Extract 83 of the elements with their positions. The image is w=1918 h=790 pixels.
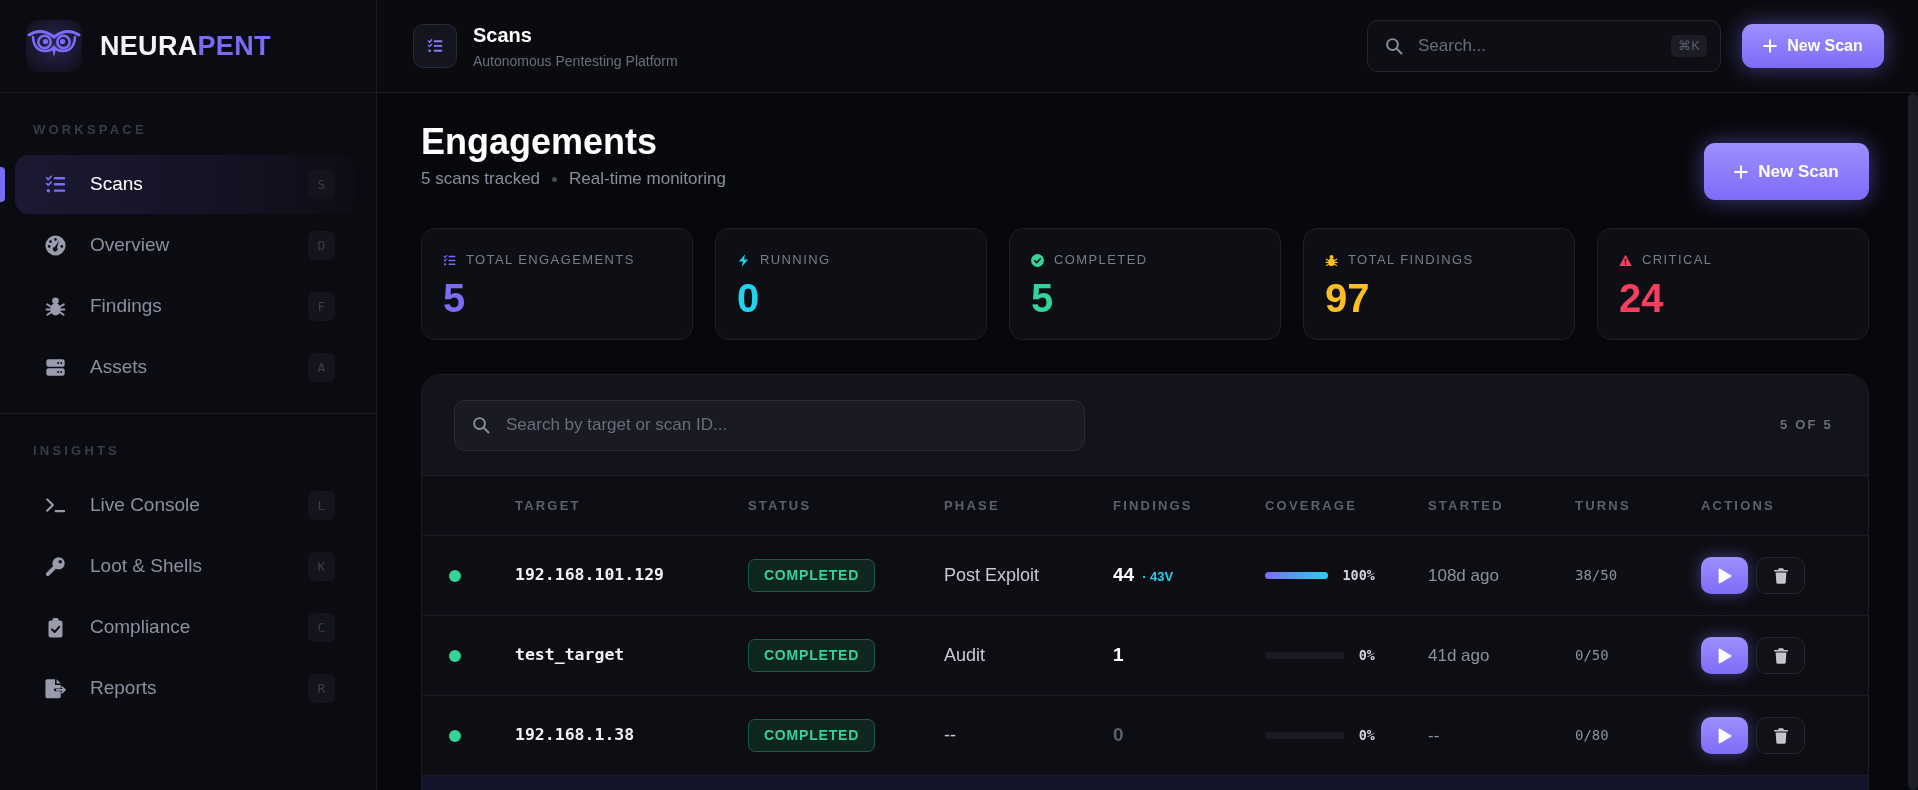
play-button[interactable] xyxy=(1701,637,1748,674)
play-button[interactable] xyxy=(1701,717,1748,754)
brand-name: NEURAPENT xyxy=(100,32,271,60)
lightning-bolt-icon xyxy=(737,253,750,267)
findings-count: 44 xyxy=(1113,563,1135,588)
stat-value: 0 xyxy=(737,276,760,320)
bug-icon xyxy=(1325,253,1338,267)
active-indicator xyxy=(0,167,5,202)
stat-label: COMPLETED xyxy=(1054,252,1148,268)
started-time: 108d ago xyxy=(1428,564,1499,587)
delete-button[interactable] xyxy=(1756,557,1805,594)
stat-value: 5 xyxy=(443,276,466,320)
scan-target: test_target xyxy=(515,644,625,667)
stat-label: CRITICAL xyxy=(1642,252,1713,268)
scrollbar-thumb[interactable] xyxy=(1908,93,1918,790)
server-icon xyxy=(45,357,66,378)
page-heading: Engagements xyxy=(421,121,659,163)
coverage-percent: 0% xyxy=(1358,726,1375,746)
plus-icon xyxy=(1763,39,1778,53)
scan-phase: -- xyxy=(944,724,956,747)
stat-value: 24 xyxy=(1619,276,1664,320)
scan-phase: Audit xyxy=(944,644,986,667)
play-button[interactable] xyxy=(1701,557,1748,594)
trash-icon xyxy=(1773,567,1788,584)
plus-icon xyxy=(1734,164,1749,179)
status-badge: COMPLETED xyxy=(748,719,875,752)
separator-dot-icon xyxy=(552,176,558,182)
turns-count: 0/80 xyxy=(1575,726,1609,745)
column-header: COVERAGE xyxy=(1265,496,1357,515)
column-header: TARGET xyxy=(515,496,581,515)
search-icon xyxy=(472,416,490,434)
column-header: STARTED xyxy=(1428,496,1504,515)
meta-text: Real-time monitoring xyxy=(569,169,726,189)
status-badge: COMPLETED xyxy=(748,559,875,592)
coverage-percent: 0% xyxy=(1358,646,1375,666)
column-header: STATUS xyxy=(748,496,812,515)
result-count: 5 OF 5 xyxy=(1780,416,1833,435)
owl-logo-icon xyxy=(26,20,82,72)
bug-icon xyxy=(45,296,66,317)
stat-label: TOTAL ENGAGEMENTS xyxy=(466,252,635,268)
play-icon xyxy=(1717,647,1732,664)
checklist-icon xyxy=(443,253,456,267)
column-header: ACTIONS xyxy=(1701,496,1775,515)
stat-label: RUNNING xyxy=(760,252,831,268)
delete-button[interactable] xyxy=(1756,717,1805,754)
column-header: PHASE xyxy=(944,496,1000,515)
check-circle-icon xyxy=(1031,253,1044,267)
trash-icon xyxy=(1773,647,1788,664)
new-scan-button[interactable]: New Scan xyxy=(1742,24,1884,68)
search-icon xyxy=(1385,37,1403,55)
key-icon xyxy=(45,556,66,577)
started-time: -- xyxy=(1428,724,1440,747)
file-export-icon xyxy=(45,678,66,699)
play-icon xyxy=(1717,567,1732,584)
checklist-icon xyxy=(413,24,457,68)
page-subtitle: Autonomous Pentesting Platform xyxy=(473,51,678,70)
stat-value: 97 xyxy=(1325,276,1370,320)
trash-icon xyxy=(1773,727,1788,744)
new-scan-button[interactable]: New Scan xyxy=(1704,143,1869,200)
page-title: Scans xyxy=(473,22,533,47)
gauge-icon xyxy=(45,235,66,256)
column-header: FINDINGS xyxy=(1113,496,1193,515)
turns-count: 38/50 xyxy=(1575,566,1618,585)
started-time: 41d ago xyxy=(1428,644,1490,667)
stat-label: TOTAL FINDINGS xyxy=(1348,252,1474,268)
scan-target: 192.168.1.38 xyxy=(515,724,635,747)
coverage-percent: 100% xyxy=(1342,566,1375,586)
stat-value: 5 xyxy=(1031,276,1054,320)
vulnerability-count: · 43V xyxy=(1142,568,1174,587)
table-search-field[interactable]: Search by target or scan ID... xyxy=(454,399,1085,451)
warning-triangle-icon xyxy=(1619,253,1632,267)
status-badge: COMPLETED xyxy=(748,639,875,672)
scan-target: 192.168.101.129 xyxy=(515,564,664,587)
findings-count: 0 xyxy=(1113,723,1124,748)
findings-count: 1 xyxy=(1113,643,1124,668)
column-header: TURNS xyxy=(1575,496,1631,515)
scan-phase: Post Exploit xyxy=(944,564,1040,587)
shortcut-key: ⌘K xyxy=(1671,35,1707,57)
play-icon xyxy=(1717,727,1732,744)
checklist-icon xyxy=(45,174,66,195)
turns-count: 0/50 xyxy=(1575,646,1609,665)
delete-button[interactable] xyxy=(1756,637,1805,674)
meta-text: 5 scans tracked xyxy=(421,169,541,189)
